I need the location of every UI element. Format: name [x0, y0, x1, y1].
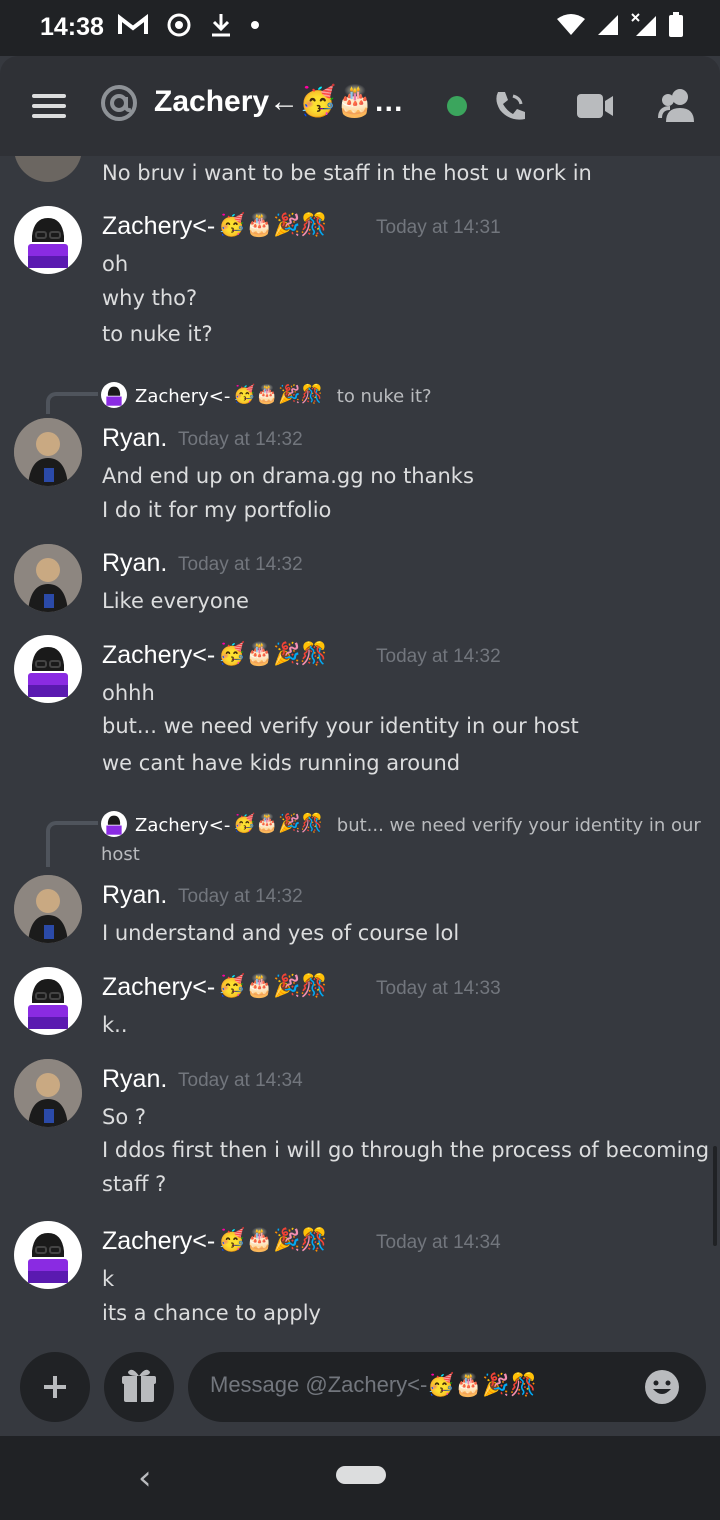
home-button[interactable]: [336, 1466, 386, 1484]
reply-reference[interactable]: Zachery<- 🥳🎂🎉🎊 to nuke it?: [101, 382, 432, 408]
author-name: Zachery<- 🥳🎂🎉🎊: [102, 212, 328, 240]
avatar: [101, 382, 127, 408]
timestamp: Today at 14:31: [376, 217, 501, 238]
timestamp: Today at 14:32: [178, 554, 303, 575]
author-name: Zachery<- 🥳🎂🎉🎊: [102, 973, 328, 1001]
message-text: k..: [102, 1013, 128, 1037]
avatar[interactable]: [14, 544, 82, 612]
message-text: Like everyone: [102, 589, 249, 613]
signal-x-icon: [631, 13, 656, 36]
timestamp: Today at 14:32: [178, 886, 303, 907]
timestamp: Today at 14:32: [178, 429, 303, 450]
avatar[interactable]: [14, 206, 82, 274]
wifi-icon: [557, 14, 585, 35]
message-text: And end up on drama.gg no thanks: [102, 464, 474, 488]
add-attachment-button[interactable]: [20, 1352, 90, 1422]
timestamp: Today at 14:34: [178, 1070, 303, 1091]
back-button[interactable]: ‹: [138, 1458, 152, 1498]
reply-spine: [46, 392, 98, 414]
avatar[interactable]: [14, 1221, 82, 1289]
message-text: oh: [102, 252, 129, 276]
message-list[interactable]: No bruv i want to be staff in the host u…: [0, 156, 720, 1342]
system-nav-bar: ‹: [0, 1436, 720, 1520]
timestamp: Today at 14:32: [376, 646, 501, 667]
author-name: Ryan.: [102, 1065, 168, 1093]
at-icon: [101, 85, 137, 121]
emoji-picker-icon[interactable]: [644, 1369, 680, 1405]
hamburger-icon[interactable]: [32, 94, 66, 118]
reply-reference[interactable]: Zachery<- 🥳🎂🎉🎊 but... we need verify your…: [101, 811, 701, 837]
message-text: I understand and yes of course lol: [102, 921, 460, 945]
author-name: Ryan.: [102, 881, 168, 909]
message-input-placeholder: Message @Zachery<-🥳🎂🎉🎊: [210, 1372, 537, 1397]
video-call-icon[interactable]: [575, 86, 615, 126]
avatar[interactable]: [14, 418, 82, 486]
avatar[interactable]: [14, 156, 82, 182]
timestamp: Today at 14:33: [376, 978, 501, 999]
message-text: I do it for my portfolio: [102, 498, 332, 522]
avatar[interactable]: [14, 875, 82, 943]
status-bar: 14:38: [0, 0, 720, 56]
members-icon[interactable]: [658, 86, 698, 126]
gmail-icon: [118, 14, 148, 34]
notification-dot-icon: [251, 21, 259, 29]
author-name: Zachery<- 🥳🎂🎉🎊: [102, 1227, 328, 1255]
message-text: to nuke it?: [102, 322, 213, 346]
dm-title[interactable]: Zachery←🥳🎂…: [154, 84, 404, 119]
avatar: [101, 811, 127, 837]
battery-icon: [669, 12, 683, 37]
gift-button[interactable]: [104, 1352, 174, 1422]
message-text: No bruv i want to be staff in the host u…: [102, 161, 592, 185]
plus-icon: [44, 1376, 66, 1398]
signal-icon: [598, 15, 618, 35]
author-name: Ryan.: [102, 549, 168, 577]
message-text: we cant have kids running around: [102, 751, 461, 775]
author-name: Zachery<- 🥳🎂🎉🎊: [102, 641, 328, 669]
message-composer: Message @Zachery<-🥳🎂🎉🎊: [0, 1342, 720, 1436]
screen-record-icon: [167, 13, 191, 37]
message-text: but... we need verify your identity in o…: [102, 714, 579, 738]
message-text: So ?: [102, 1105, 146, 1129]
message-text: I ddos first then i will go through the …: [102, 1138, 710, 1162]
avatar[interactable]: [14, 967, 82, 1035]
timestamp: Today at 14:34: [376, 1232, 501, 1253]
reply-spine: [46, 821, 98, 867]
message-text: why tho?: [102, 286, 198, 310]
message-text: ohhh: [102, 681, 155, 705]
message-input[interactable]: Message @Zachery<-🥳🎂🎉🎊: [188, 1352, 706, 1422]
avatar[interactable]: [14, 1059, 82, 1127]
channel-header: Zachery←🥳🎂…: [0, 56, 720, 156]
reply-text-cont: host: [101, 844, 140, 865]
avatar[interactable]: [14, 635, 82, 703]
gift-icon: [122, 1369, 156, 1402]
status-time: 14:38: [40, 13, 104, 41]
online-status-dot: [447, 96, 467, 116]
message-text: staff ?: [102, 1172, 167, 1196]
message-text: k: [102, 1267, 115, 1291]
scrollbar[interactable]: [713, 1146, 717, 1246]
phone-call-icon[interactable]: [490, 86, 530, 126]
download-icon: [212, 14, 230, 37]
message-text: its a chance to apply: [102, 1301, 321, 1325]
author-name: Ryan.: [102, 424, 168, 452]
